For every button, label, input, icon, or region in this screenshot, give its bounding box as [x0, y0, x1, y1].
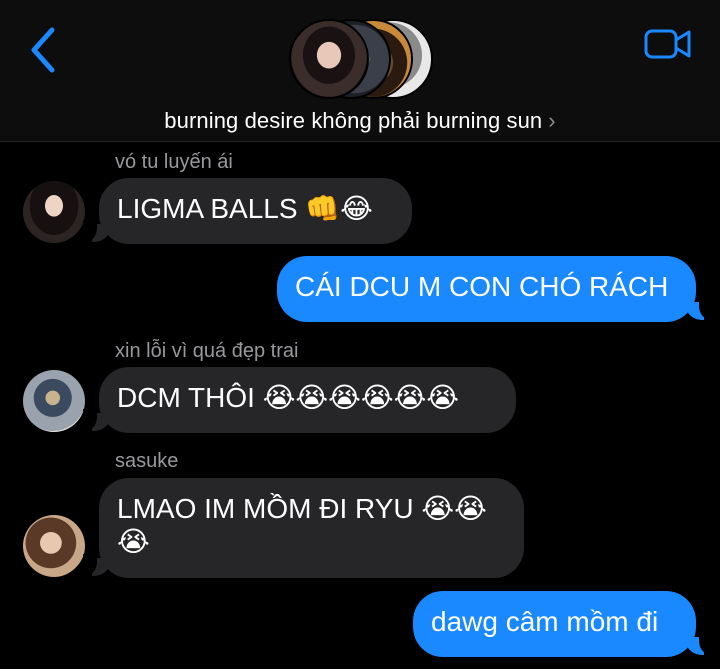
chevron-right-icon: › [548, 108, 556, 133]
sender-name: xin lỗi vì quá đẹp trai [115, 340, 299, 362]
message-bubble-outgoing[interactable]: dawg câm mồm đi [413, 591, 696, 657]
message-bubble-incoming[interactable]: DCM THÔI 😭😭😭😭😭😭 [99, 367, 516, 433]
message-bubble-incoming[interactable]: LIGMA BALLS 👊😂 [99, 178, 412, 244]
chat-title-text: burning desire không phải burning sun [164, 108, 543, 133]
group-avatar [289, 19, 369, 99]
avatar[interactable] [23, 181, 85, 243]
sender-name: vó tu luyến ái [115, 151, 233, 173]
avatar[interactable] [23, 515, 85, 577]
chat-title[interactable]: burning desire không phải burning sun › [0, 108, 720, 134]
chat-header: burning desire không phải burning sun › [0, 0, 720, 142]
sender-name: sasuke [115, 450, 179, 472]
video-camera-icon[interactable] [644, 28, 692, 60]
chevron-left-icon[interactable] [26, 26, 60, 74]
avatar[interactable] [23, 370, 85, 432]
message-bubble-incoming[interactable]: LMAO IM MỒM ĐI RYU 😭😭 😭 [99, 478, 524, 578]
message-bubble-outgoing[interactable]: CÁI DCU M CON CHÓ RÁCH [277, 256, 696, 322]
group-avatar-stack[interactable] [289, 19, 434, 101]
